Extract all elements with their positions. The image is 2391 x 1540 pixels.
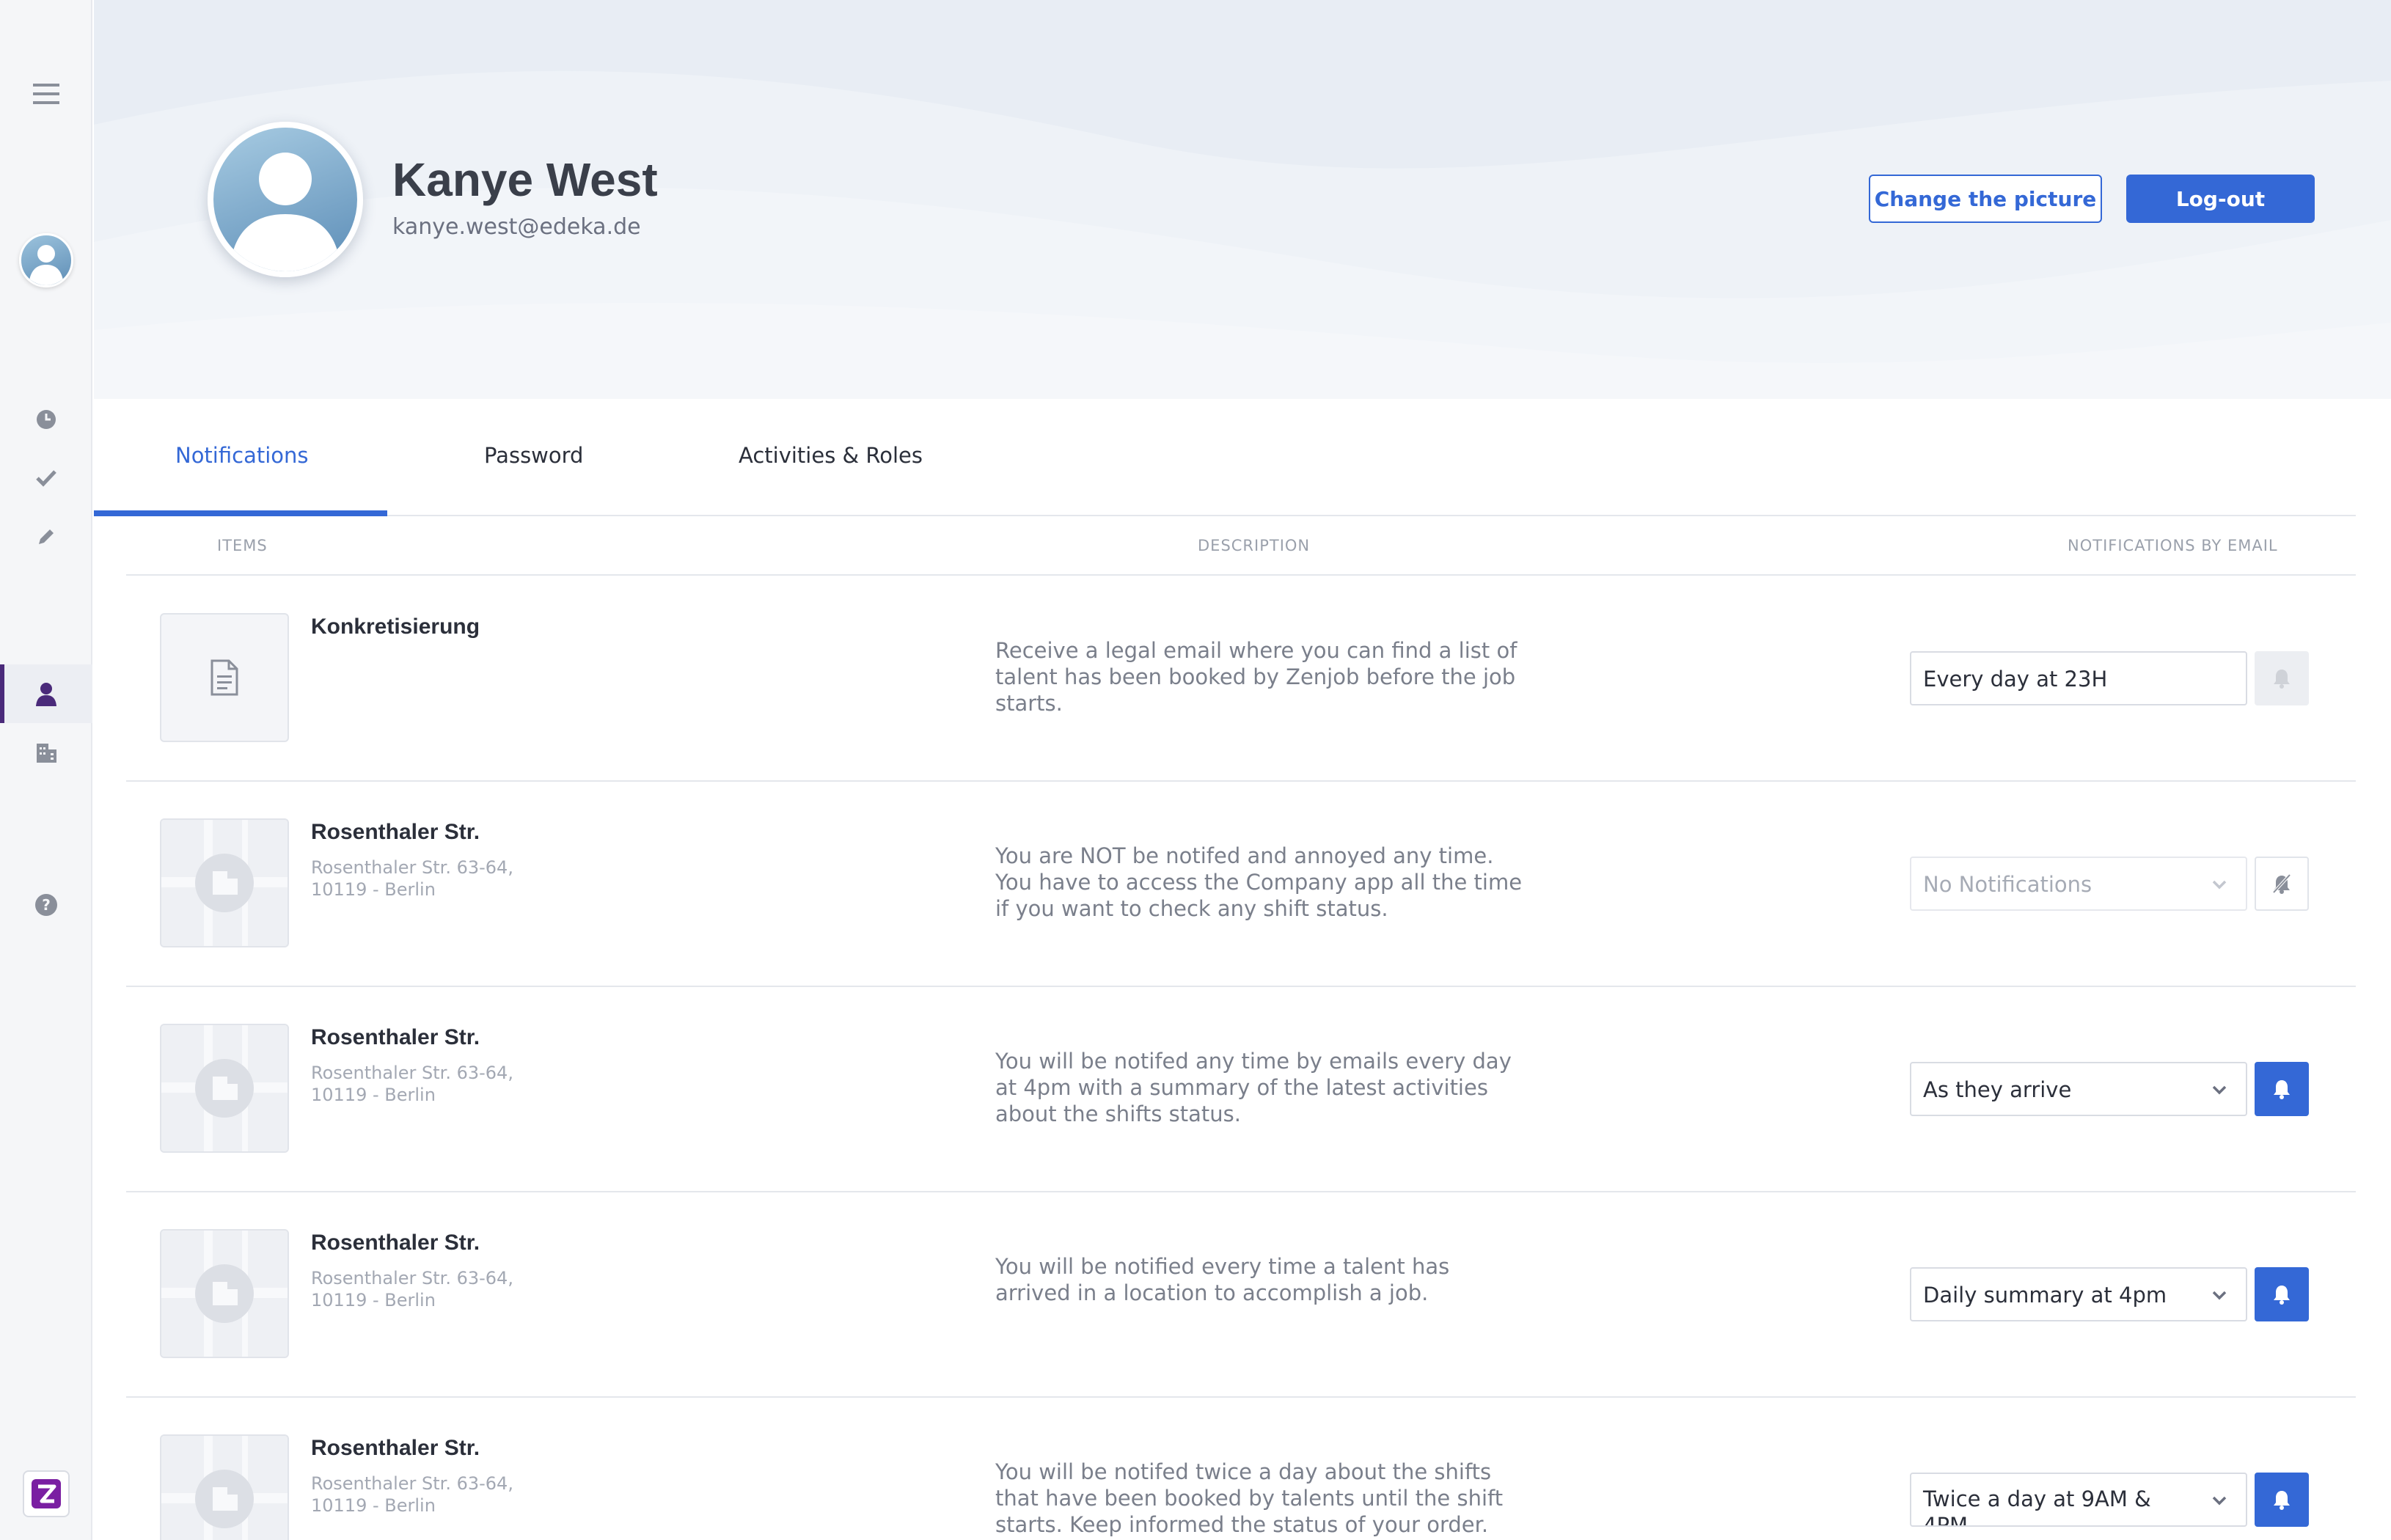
divider: [126, 574, 2356, 576]
profile-name: Kanye West: [392, 153, 658, 206]
item-description: You will be notifed twice a day about th…: [995, 1459, 1504, 1537]
item-title: Rosenthaler Str.: [311, 1231, 480, 1255]
user-icon: [36, 683, 56, 706]
notification-frequency-select[interactable]: Daily summary at 4pm: [1910, 1267, 2247, 1321]
divider: [126, 1191, 2356, 1192]
check-icon: [36, 470, 56, 487]
divider: [126, 780, 2356, 782]
table-row: Konkretisierung Receive a legal email wh…: [126, 578, 2356, 783]
menu-button[interactable]: [0, 65, 92, 123]
notification-toggle-button[interactable]: [2255, 1062, 2309, 1116]
notification-toggle-button[interactable]: [2255, 1473, 2309, 1527]
table-row: Rosenthaler Str. Rosenthaler Str. 63-64,…: [126, 783, 2356, 989]
sidebar-avatar[interactable]: [19, 233, 73, 287]
location-thumbnail: [160, 1434, 289, 1540]
column-header-items: ITEMS: [217, 537, 268, 554]
tab-activities-roles[interactable]: Activities & Roles: [739, 443, 923, 468]
sidebar-item-help[interactable]: ?: [0, 876, 92, 934]
tab-password[interactable]: Password: [484, 443, 583, 468]
notification-frequency-select[interactable]: As they arrive: [1910, 1062, 2247, 1116]
divider: [126, 986, 2356, 987]
menu-icon: [33, 84, 59, 104]
help-icon: ?: [35, 894, 57, 916]
bell-icon: [2274, 670, 2290, 689]
chevron-down-icon: [2212, 1085, 2227, 1095]
notification-toggle-button[interactable]: [2255, 1267, 2309, 1321]
clock-icon: [37, 410, 56, 429]
tab-notifications[interactable]: Notifications: [175, 443, 309, 468]
bell-icon: [2274, 1286, 2290, 1305]
svg-text:?: ?: [42, 896, 51, 914]
item-address: Rosenthaler Str. 63-64, 10119 - Berlin: [311, 1473, 513, 1516]
bell-off-icon: [2272, 873, 2291, 894]
notification-frequency-select[interactable]: No Notifications: [1910, 857, 2247, 911]
tab-bar: Notifications Password Activities & Role…: [94, 399, 2356, 516]
chevron-down-icon: [2212, 1496, 2227, 1506]
profile-email: kanye.west@edeka.de: [392, 214, 641, 240]
pencil-icon: [39, 529, 54, 544]
location-thumbnail: [160, 818, 289, 947]
table-row: Rosenthaler Str. Rosenthaler Str. 63-64,…: [126, 1399, 2356, 1540]
item-title: Rosenthaler Str.: [311, 1025, 480, 1049]
chevron-down-icon: [2212, 1291, 2227, 1300]
bell-icon: [2274, 1491, 2290, 1510]
column-header-description: DESCRIPTION: [1198, 537, 1311, 554]
item-description: You will be notifed any time by emails e…: [995, 1049, 1512, 1126]
item-title: Rosenthaler Str.: [311, 1436, 480, 1460]
item-address: Rosenthaler Str. 63-64, 10119 - Berlin: [311, 1063, 513, 1105]
document-thumbnail: [160, 613, 289, 742]
item-description: You will be notified every time a talent…: [995, 1254, 1450, 1305]
notification-toggle-button[interactable]: [2255, 857, 2309, 911]
table-row: Rosenthaler Str. Rosenthaler Str. 63-64,…: [126, 1194, 2356, 1399]
sidebar-item-companies[interactable]: [0, 723, 92, 782]
profile-avatar[interactable]: [208, 122, 363, 277]
notification-toggle-button[interactable]: [2255, 651, 2309, 705]
item-address: Rosenthaler Str. 63-64, 10119 - Berlin: [311, 1268, 513, 1310]
item-title: Konkretisierung: [311, 615, 480, 639]
sidebar-item-edit[interactable]: [0, 507, 92, 566]
notification-frequency-select[interactable]: Twice a day at 9AM & 4PM: [1910, 1473, 2247, 1527]
column-header-notifications: NOTIFICATIONS BY EMAIL: [2068, 537, 2278, 554]
item-description: You are NOT be notifed and annoyed any t…: [995, 843, 1523, 921]
sidebar: ?: [0, 0, 92, 1540]
item-title: Rosenthaler Str.: [311, 820, 480, 844]
zenjob-logo-icon: [32, 1479, 61, 1508]
active-tab-indicator: [94, 510, 387, 516]
item-address: Rosenthaler Str. 63-64, 10119 - Berlin: [311, 857, 513, 900]
logout-button[interactable]: Log-out: [2126, 175, 2315, 223]
building-icon: [37, 744, 56, 763]
location-thumbnail: [160, 1229, 289, 1358]
document-icon: [210, 659, 238, 696]
location-thumbnail: [160, 1024, 289, 1153]
table-row: Rosenthaler Str. Rosenthaler Str. 63-64,…: [126, 989, 2356, 1194]
sidebar-item-profile[interactable]: [0, 664, 92, 723]
notification-frequency-select[interactable]: Every day at 23H: [1910, 651, 2247, 705]
change-picture-button[interactable]: Change the picture: [1869, 175, 2102, 223]
divider: [126, 1396, 2356, 1398]
sidebar-item-approvals[interactable]: [0, 449, 92, 507]
item-description: Receive a legal email where you can find…: [995, 638, 1517, 716]
app-logo[interactable]: [23, 1470, 70, 1517]
profile-header: Kanye West kanye.west@edeka.de Change th…: [94, 0, 2391, 399]
sidebar-item-history[interactable]: [0, 390, 92, 449]
bell-icon: [2274, 1080, 2290, 1099]
chevron-down-icon: [2212, 880, 2227, 890]
